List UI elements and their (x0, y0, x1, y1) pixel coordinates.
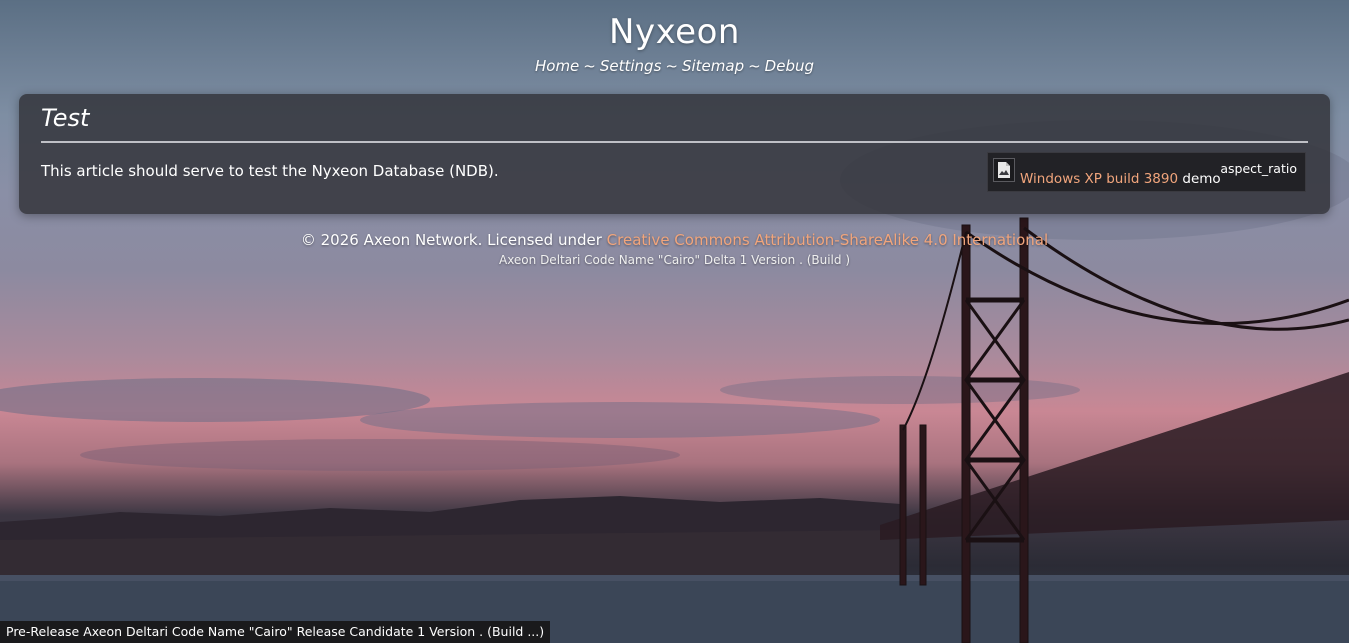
article-title: Test (41, 104, 90, 132)
nav-link-debug[interactable]: Debug (765, 57, 814, 75)
site-header: Nyxeon Home ~ Settings ~ Sitemap ~ Debug (0, 10, 1349, 76)
aspect-ratio-label[interactable]: aspect_ratio (1220, 161, 1297, 177)
main-nav: Home ~ Settings ~ Sitemap ~ Debug (0, 56, 1349, 76)
title-divider (41, 141, 1308, 143)
broken-image-icon (993, 158, 1015, 182)
license-line: © 2026 Axeon Network. Licensed under Cre… (0, 230, 1349, 250)
nav-link-sitemap[interactable]: Sitemap (682, 57, 744, 75)
media-caption: Windows XP build 3890 demo (1020, 170, 1221, 188)
nav-link-settings[interactable]: Settings (600, 57, 662, 75)
nav-link-home[interactable]: Home (535, 57, 579, 75)
site-footer: © 2026 Axeon Network. Licensed under Cre… (0, 230, 1349, 268)
license-text: © 2026 Axeon Network. Licensed under (300, 231, 607, 249)
build-info: Axeon Deltari Code Name "Cairo" Delta 1 … (498, 253, 851, 267)
nav-separator: ~ (748, 57, 761, 75)
article-body: This article should serve to test the Ny… (41, 162, 499, 180)
nav-separator: ~ (665, 57, 678, 75)
media-caption-suffix: demo (1178, 171, 1221, 187)
license-link[interactable]: Creative Commons Attribution-ShareAlike … (607, 231, 1048, 249)
article-card: Test This article should serve to test t… (19, 94, 1330, 214)
media-embed[interactable]: Windows XP build 3890 demo aspect_ratio (987, 152, 1306, 192)
media-link[interactable]: Windows XP build 3890 (1020, 171, 1178, 187)
status-bar: Pre-Release Axeon Deltari Code Name "Cai… (0, 621, 551, 643)
site-title[interactable]: Nyxeon (0, 10, 1349, 54)
nav-separator: ~ (583, 57, 596, 75)
